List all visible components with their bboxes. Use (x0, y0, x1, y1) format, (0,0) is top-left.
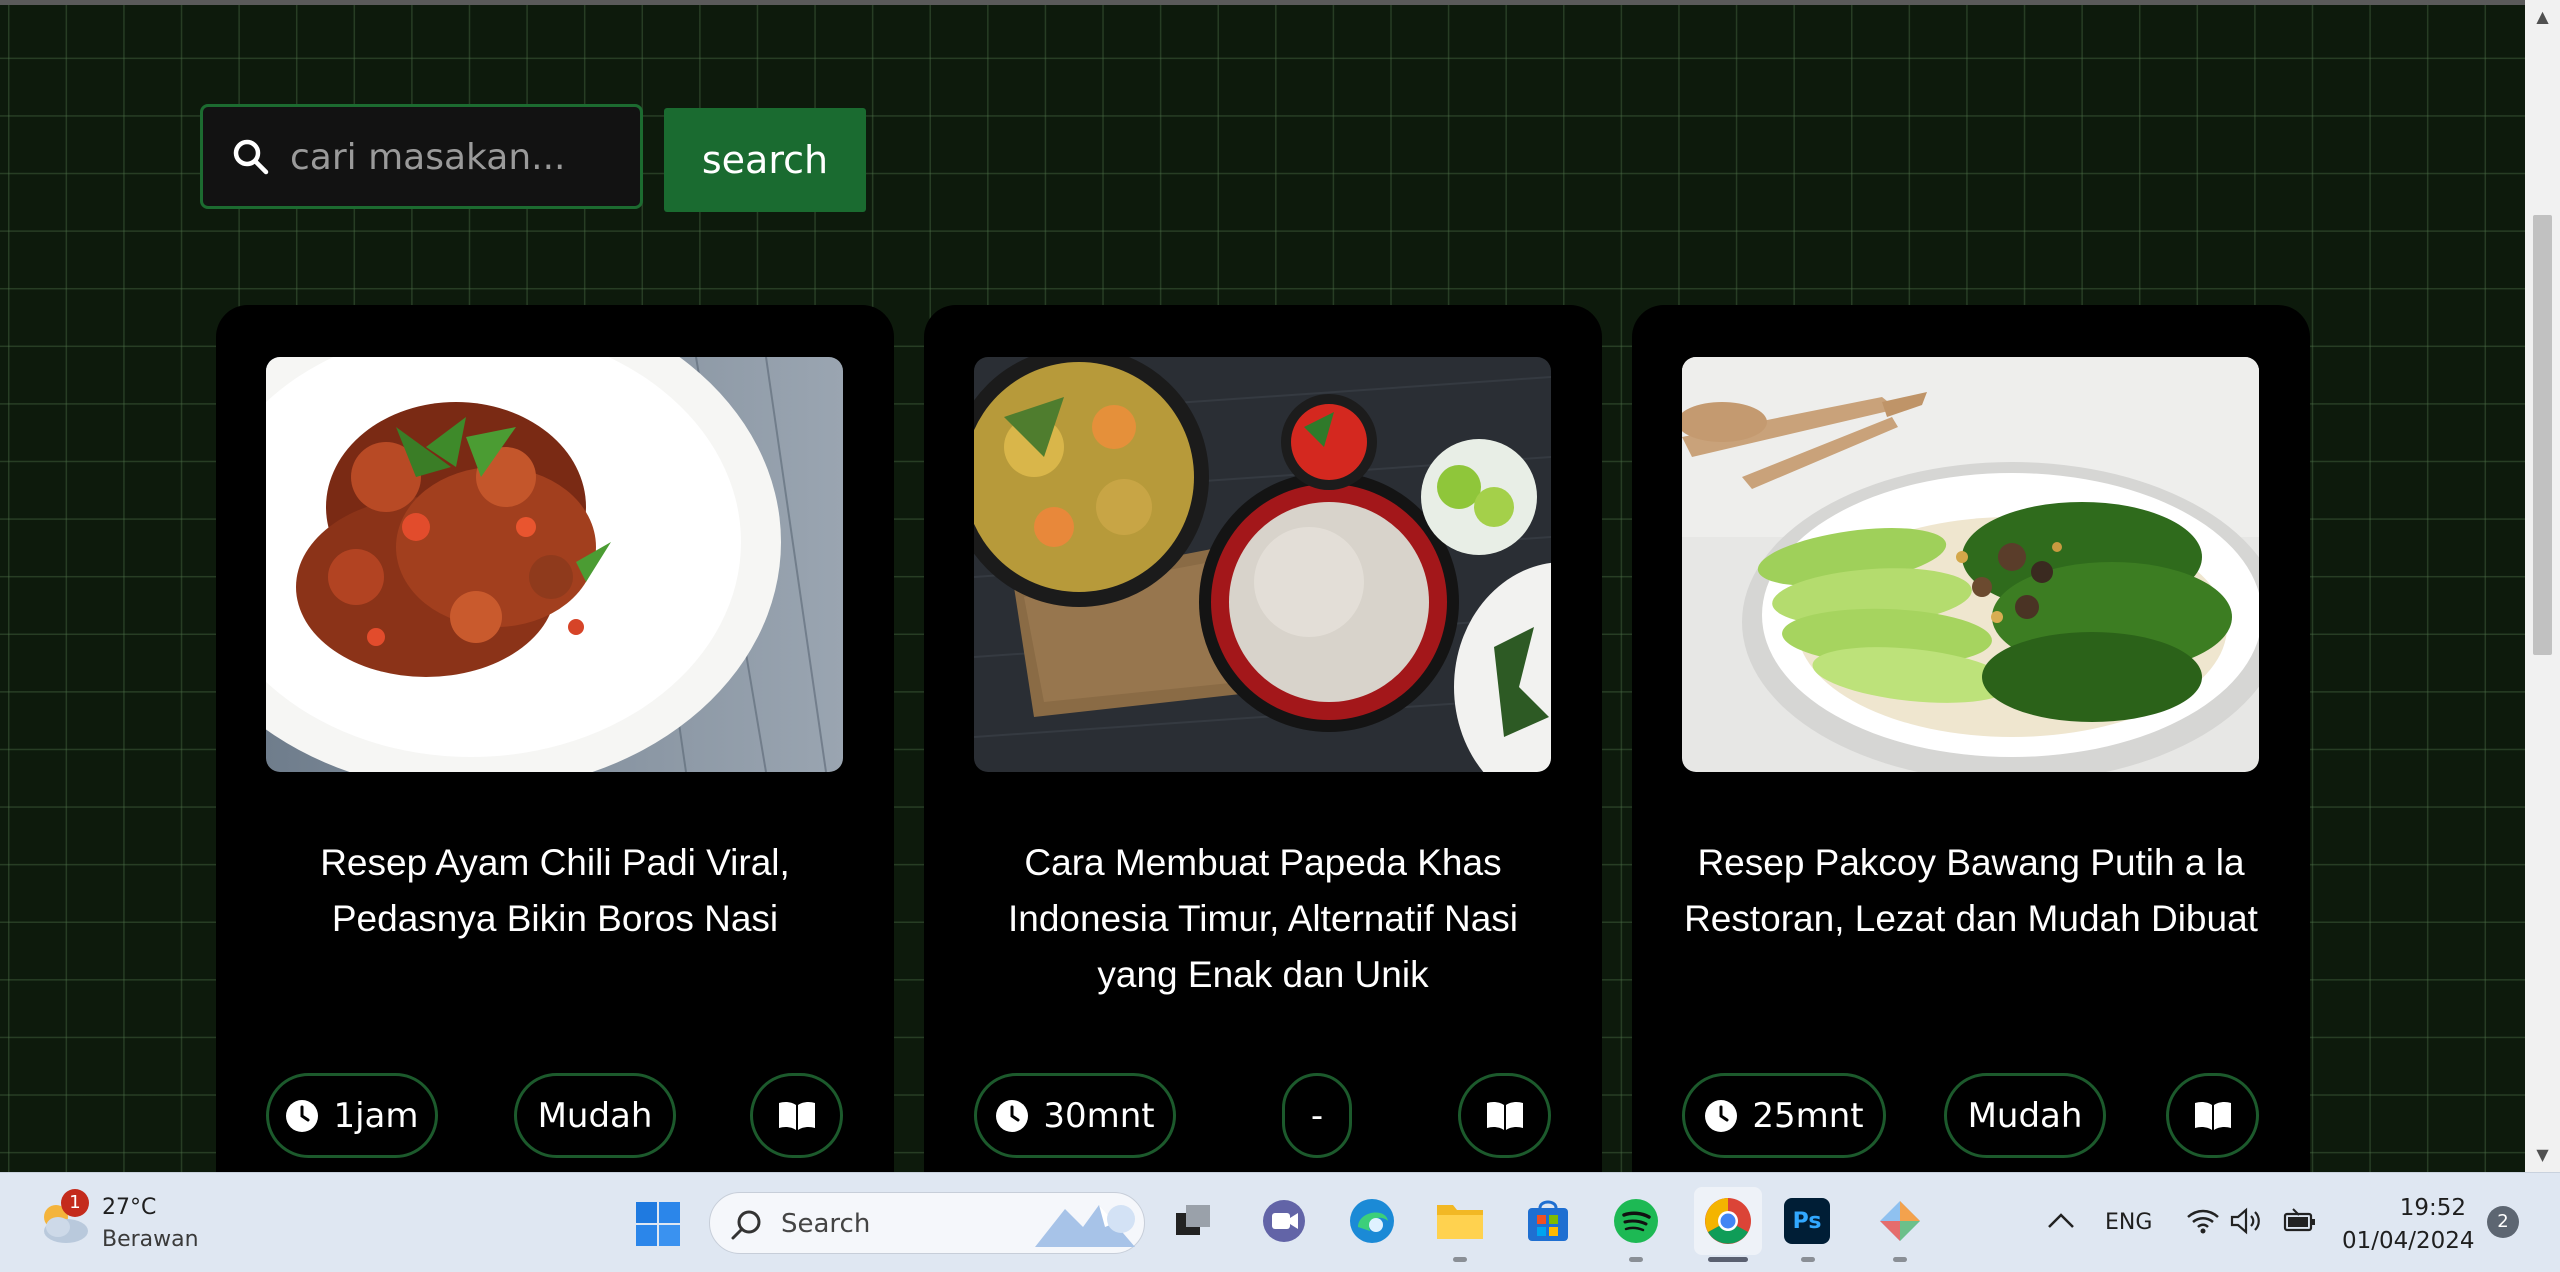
clock-icon (996, 1099, 1029, 1132)
running-indicator (1801, 1257, 1815, 1262)
clock-icon (286, 1099, 319, 1132)
volume-icon[interactable] (2229, 1206, 2263, 1236)
cook-time-badge: 30mnt (974, 1073, 1176, 1158)
open-recipe-button[interactable] (750, 1073, 843, 1158)
cook-time-label: 30mnt (1043, 1095, 1155, 1136)
page-viewport: search (0, 5, 2525, 1172)
active-indicator (1708, 1257, 1748, 1262)
cook-time-badge: 25mnt (1682, 1073, 1886, 1158)
search-input[interactable] (288, 129, 622, 186)
difficulty-badge: Mudah (514, 1073, 676, 1158)
cook-time-label: 1jam (333, 1095, 419, 1136)
difficulty-label: Mudah (537, 1095, 653, 1136)
wifi-icon[interactable] (2186, 1207, 2220, 1235)
difficulty-badge: Mudah (1944, 1073, 2106, 1158)
vertical-scrollbar[interactable]: ▲ ▼ (2525, 0, 2560, 1172)
weather-temperature[interactable]: 27°C (102, 1195, 156, 1220)
language-indicator[interactable]: ENG (2105, 1210, 2152, 1235)
store-icon[interactable] (1520, 1193, 1576, 1249)
taskbar: 1 27°C Berawan Search Ps ENG 19:52 01/04… (0, 1172, 2560, 1272)
recipe-card[interactable]: Cara Membuat Papeda Khas Indonesia Timur… (924, 305, 1602, 1172)
difficulty-label: - (1310, 1095, 1324, 1136)
search-highlight-icon (1035, 1205, 1135, 1247)
book-icon (2194, 1101, 2231, 1130)
difficulty-badge: - (1282, 1073, 1352, 1158)
taskbar-search-label: Search (781, 1209, 871, 1239)
cook-time-badge: 1jam (266, 1073, 438, 1158)
book-icon (778, 1101, 815, 1130)
search-button[interactable]: search (664, 108, 866, 212)
clock-icon (1705, 1099, 1738, 1132)
task-view-icon[interactable] (1166, 1193, 1222, 1249)
recipe-card[interactable]: Resep Pakcoy Bawang Putih a la Restoran,… (1632, 305, 2310, 1172)
chrome-browser-icon[interactable] (1694, 1187, 1762, 1255)
clock-date[interactable]: 01/04/2024 (2342, 1228, 2475, 1254)
open-recipe-button[interactable] (2166, 1073, 2259, 1158)
search-icon (731, 1210, 761, 1240)
running-indicator (1453, 1257, 1467, 1262)
scroll-up-arrow[interactable]: ▲ (2525, 2, 2560, 32)
edge-browser-icon[interactable] (1344, 1193, 1400, 1249)
battery-icon[interactable] (2283, 1207, 2317, 1235)
scroll-down-arrow[interactable]: ▼ (2525, 1140, 2560, 1170)
chevron-up-icon[interactable] (2046, 1211, 2076, 1231)
cook-time-label: 25mnt (1752, 1095, 1864, 1136)
recipe-title[interactable]: Resep Pakcoy Bawang Putih a la Restoran,… (1672, 835, 2270, 947)
book-icon (1486, 1101, 1523, 1130)
windows-start-icon[interactable] (634, 1200, 682, 1248)
recipe-title[interactable]: Resep Ayam Chili Padi Viral, Pedasnya Bi… (256, 835, 854, 947)
chili-chicken-photo[interactable] (266, 357, 843, 772)
difficulty-label: Mudah (1967, 1095, 2083, 1136)
photoshop-icon[interactable]: Ps (1784, 1198, 1830, 1244)
recipe-card[interactable]: Resep Ayam Chili Padi Viral, Pedasnya Bi… (216, 305, 894, 1172)
spotify-icon[interactable] (1608, 1193, 1664, 1249)
search-box[interactable] (200, 104, 643, 209)
running-indicator (1893, 1257, 1907, 1262)
file-explorer-icon[interactable] (1432, 1193, 1488, 1249)
meet-video-icon[interactable] (1256, 1193, 1312, 1249)
papeda-photo[interactable] (974, 357, 1551, 772)
running-indicator (1629, 1257, 1643, 1262)
clock-time[interactable]: 19:52 (2380, 1195, 2466, 1221)
weather-description[interactable]: Berawan (102, 1227, 199, 1252)
search-icon (233, 139, 269, 175)
scroll-thumb[interactable] (2533, 215, 2552, 655)
app-diamond-icon[interactable] (1872, 1193, 1928, 1249)
weather-alert-badge: 1 (61, 1189, 89, 1217)
pakcoy-photo[interactable] (1682, 357, 2259, 772)
open-recipe-button[interactable] (1458, 1073, 1551, 1158)
recipe-title[interactable]: Cara Membuat Papeda Khas Indonesia Timur… (964, 835, 1562, 1003)
notification-count-badge[interactable]: 2 (2487, 1206, 2519, 1238)
